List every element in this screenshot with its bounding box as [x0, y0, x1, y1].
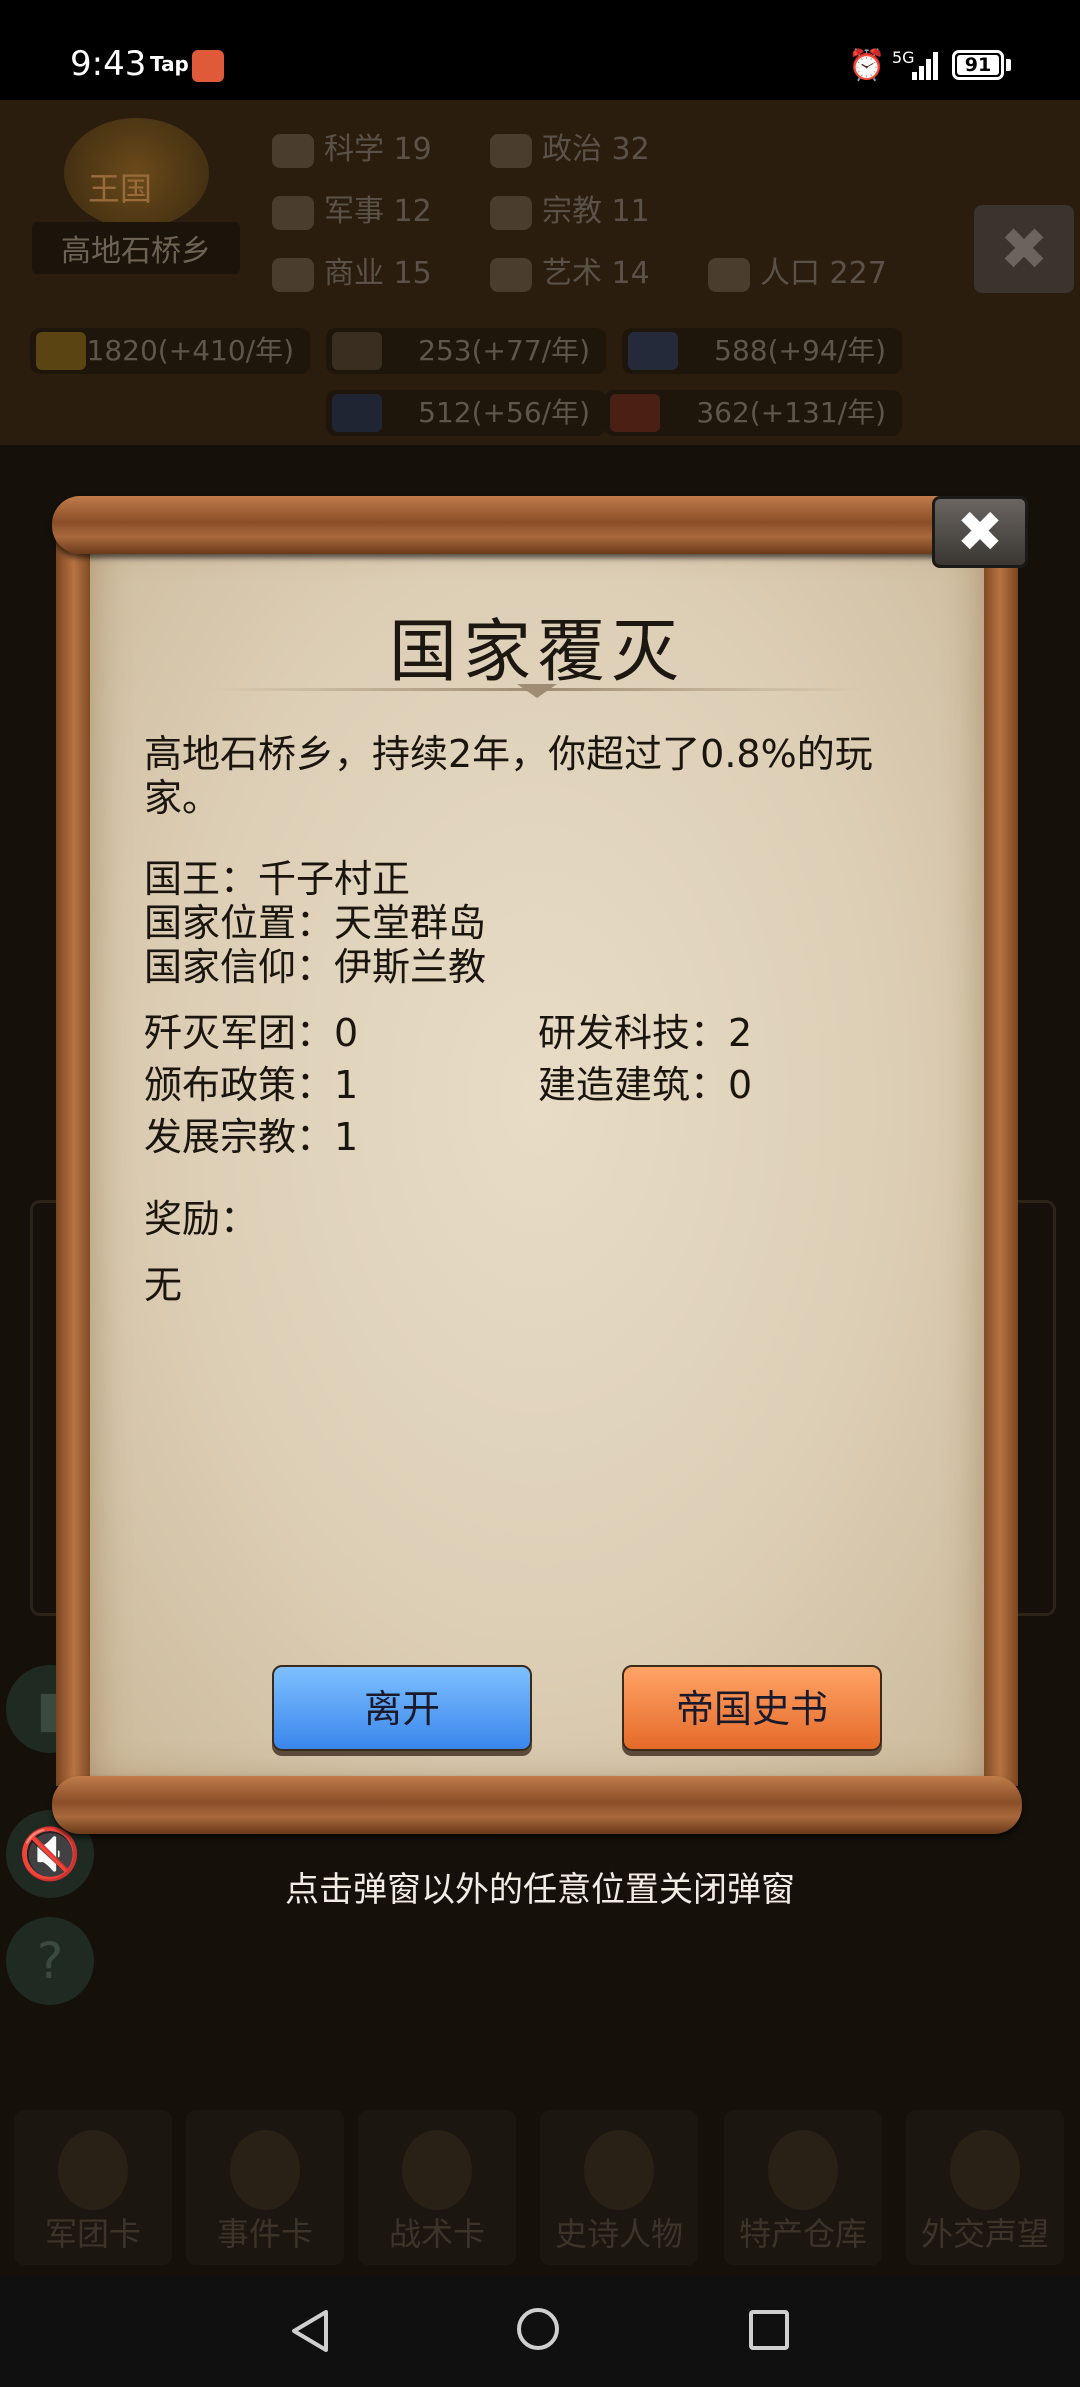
art-icon: [490, 257, 532, 292]
stat-art: 艺术 14: [490, 248, 650, 292]
religion-info: 国家信仰：伊斯兰教: [144, 945, 487, 989]
stat-religion: 宗教 11: [490, 186, 650, 230]
resource-food: 362(+131/年): [604, 390, 902, 436]
leave-button[interactable]: 离开: [272, 1665, 532, 1751]
crown-icon: [584, 2130, 654, 2210]
nav-legion-cards: 军团卡: [14, 2110, 172, 2265]
armies-destroyed: 歼灭军团：0: [144, 1011, 359, 1055]
religion-developed: 发展宗教：1: [144, 1115, 359, 1159]
population-icon: [708, 257, 750, 292]
resource-wood: 253(+77/年): [326, 328, 606, 374]
iron-icon: [628, 332, 678, 370]
buildings-built: 建造建筑：0: [538, 1063, 753, 1107]
bottom-nav: 军团卡 事件卡 战术卡 史诗人物 特产仓库 外交声望: [0, 2110, 1080, 2275]
side-button-help-icon: ?: [6, 1917, 94, 2005]
religion-icon: [490, 195, 532, 230]
system-nav-bar: [0, 2275, 1080, 2387]
helmet-icon: [58, 2130, 128, 2210]
nav-tactic-cards: 战术卡: [358, 2110, 516, 2265]
scroll-roll-bottom: [52, 1776, 1022, 1834]
reward-value: 无: [144, 1263, 183, 1307]
military-icon: [272, 195, 314, 230]
clock: 9:43: [70, 44, 147, 84]
scroll-edge-right: [982, 536, 1018, 1786]
title-divider: [210, 688, 864, 691]
kingdom-badge: 王国: [88, 170, 153, 208]
resource-stone: 512(+56/年): [326, 390, 606, 436]
politics-icon: [490, 133, 532, 168]
status-bar: 9:43 Tap ⏰ 5G 91: [0, 0, 1080, 100]
stat-politics: 政治 32: [490, 124, 650, 168]
nav-event-cards: 事件卡: [186, 2110, 344, 2265]
stat-science: 科学 19: [272, 124, 432, 168]
wood-icon: [332, 332, 382, 370]
commerce-icon: [272, 257, 314, 292]
letter-icon: [950, 2130, 1020, 2210]
dialog-title: 国家覆灭: [388, 613, 685, 692]
stone-icon: [332, 394, 382, 432]
signal-icon: [912, 50, 942, 80]
home-icon[interactable]: [517, 2308, 559, 2350]
nav-specialty-warehouse: 特产仓库: [724, 2110, 882, 2265]
stat-population: 人口 227: [708, 248, 887, 292]
kingdom-fallen-dialog: 国家覆灭 高地石桥乡，持续2年，你超过了0.8%的玩家。 国王：千子村正 国家位…: [52, 496, 1028, 1841]
back-icon[interactable]: [290, 2309, 330, 2353]
parchment: 国家覆灭 高地石桥乡，持续2年，你超过了0.8%的玩家。 国王：千子村正 国家位…: [90, 536, 984, 1786]
food-icon: [610, 394, 660, 432]
tactic-icon: [402, 2130, 472, 2210]
scroll-roll-top: [52, 496, 1022, 554]
scroll-icon: [230, 2130, 300, 2210]
tech-researched: 研发科技：2: [538, 1011, 753, 1055]
kingdom-name: 高地石桥乡: [32, 222, 240, 274]
science-icon: [272, 133, 314, 168]
scroll-edge-left: [56, 536, 92, 1786]
resource-iron: 588(+94/年): [622, 328, 902, 374]
app-notification-icon: [192, 50, 224, 82]
dismiss-hint: 点击弹窗以外的任意位置关闭弹窗: [285, 1870, 795, 1910]
battery-level: 91: [964, 54, 992, 76]
chest-icon: [768, 2130, 838, 2210]
nav-epic-heroes: 史诗人物: [540, 2110, 698, 2265]
header-close-icon: ✖: [974, 205, 1074, 293]
empire-history-button[interactable]: 帝国史书: [622, 1665, 882, 1751]
battery-icon: 91: [952, 50, 1004, 80]
recent-apps-icon[interactable]: [749, 2310, 789, 2350]
reward-label: 奖励：: [144, 1197, 259, 1241]
policies-issued: 颁布政策：1: [144, 1063, 359, 1107]
resource-gold: 1820(+410/年): [30, 328, 310, 374]
stat-military: 军事 12: [272, 186, 432, 230]
alarm-icon: ⏰: [848, 48, 886, 83]
close-icon[interactable]: ✖: [932, 496, 1028, 568]
gold-icon: [36, 332, 86, 370]
battery-tip: [1006, 59, 1011, 71]
stat-commerce: 商业 15: [272, 248, 432, 292]
nav-diplomacy: 外交声望: [906, 2110, 1064, 2265]
reign-summary: 高地石桥乡，持续2年，你超过了0.8%的玩家。: [144, 732, 873, 820]
game-header: 王国 高地石桥乡 科学 19 政治 32 军事 12 宗教 11 商业 15 艺…: [0, 100, 1080, 445]
tap-app-indicator: Tap: [150, 52, 189, 76]
